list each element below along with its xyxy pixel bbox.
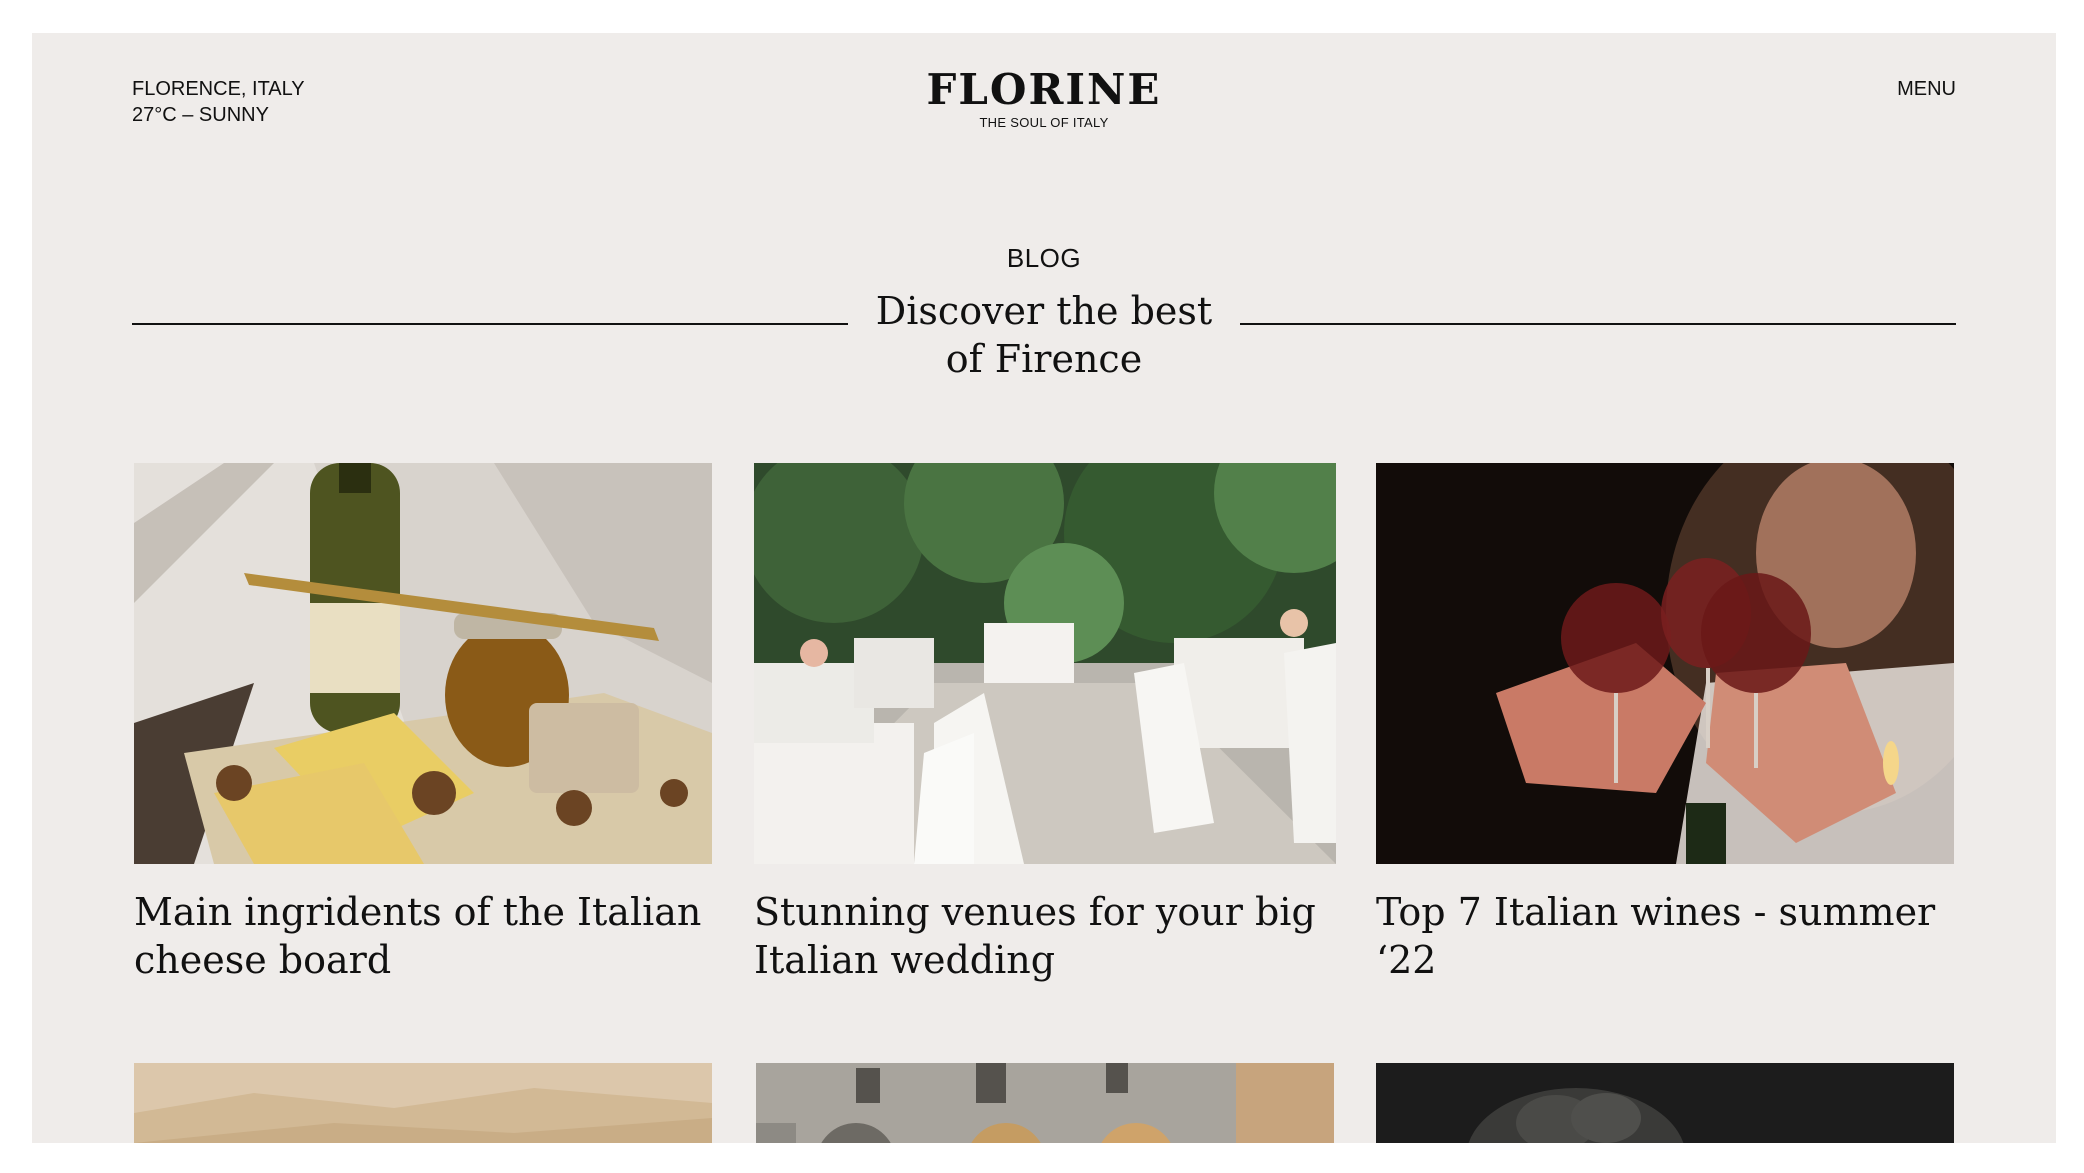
heading-rule-right	[1240, 323, 1956, 325]
wine-toast-photo[interactable]	[1376, 463, 1954, 864]
headline-line-1: Discover the best	[875, 289, 1213, 333]
headline-line-2: of Firence	[945, 337, 1143, 381]
tuscan-hills-photo[interactable]	[134, 1063, 712, 1143]
cheese-board-photo[interactable]	[134, 463, 712, 864]
wedding-venue-photo[interactable]	[754, 463, 1336, 864]
brand-logo[interactable]: FLORINE THE SOUL OF ITALY	[32, 67, 2056, 131]
post-title[interactable]: Main ingridents of the Italian cheese bo…	[134, 888, 712, 984]
post-title[interactable]: Top 7 Italian wines - summer ‘22	[1376, 888, 1954, 984]
brand-tagline: THE SOUL OF ITALY	[979, 115, 1109, 130]
post-title[interactable]: Stunning venues for your big Italian wed…	[754, 888, 1336, 984]
heading-rule-left	[132, 323, 848, 325]
brand-name[interactable]: FLORINE	[32, 67, 2056, 113]
blog-card-wedding[interactable]: Stunning venues for your big Italian wed…	[754, 463, 1336, 984]
page-canvas: FLORENCE, ITALY 27°C – SUNNY FLORINE THE…	[32, 33, 2056, 1143]
section-label: BLOG	[1006, 243, 1082, 273]
statue-photo[interactable]	[1376, 1063, 1954, 1143]
florence-building-photo[interactable]	[756, 1063, 1334, 1143]
menu-button[interactable]: MENU	[1897, 76, 1956, 102]
blog-card-wine[interactable]: Top 7 Italian wines - summer ‘22	[1376, 463, 1954, 984]
blog-card-cheese[interactable]: Main ingridents of the Italian cheese bo…	[134, 463, 712, 984]
section-headline: Discover the best of Firence	[862, 287, 1226, 383]
